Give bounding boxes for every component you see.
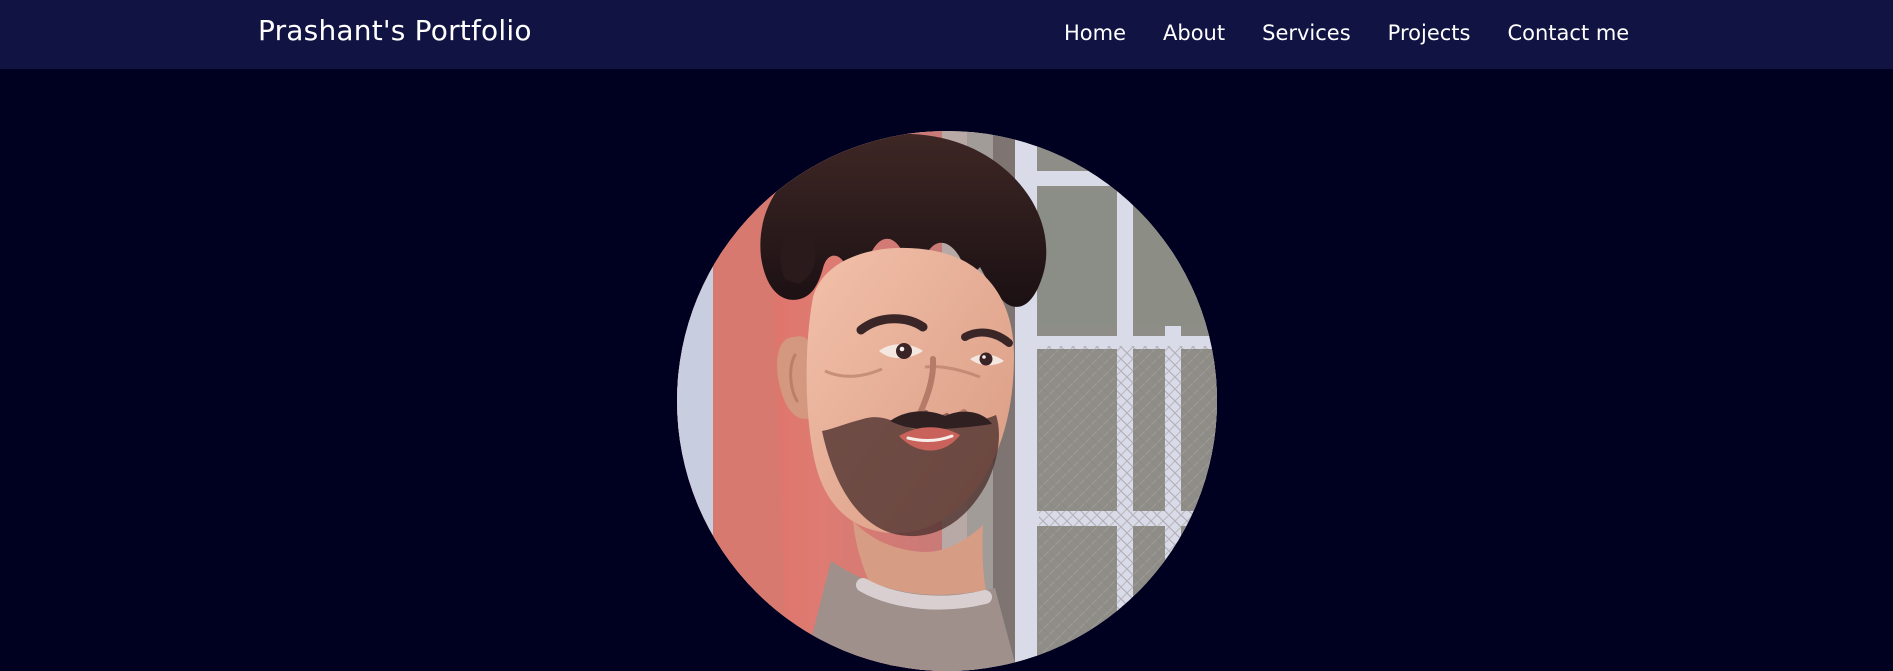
nav-services-link[interactable]: Services	[1262, 19, 1351, 47]
nav-about-link[interactable]: About	[1163, 19, 1225, 47]
site-brand[interactable]: Prashant's Portfolio	[258, 13, 532, 49]
main-nav: Home About Services Projects Contact me	[1064, 18, 1629, 48]
nav-contact-link[interactable]: Contact me	[1507, 19, 1629, 47]
top-navbar: Prashant's Portfolio Home About Services…	[0, 0, 1893, 69]
profile-photo	[677, 131, 1217, 671]
nav-projects-link[interactable]: Projects	[1388, 19, 1471, 47]
nav-home-link[interactable]: Home	[1064, 19, 1126, 47]
